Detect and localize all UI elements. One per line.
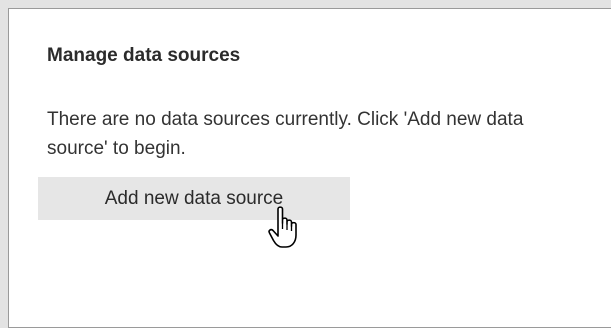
empty-state-message: There are no data sources currently. Cli…	[47, 109, 524, 159]
add-data-source-button[interactable]: Add new data source	[38, 177, 350, 220]
manage-data-sources-panel: Manage data sources There are no data so…	[8, 8, 611, 328]
hand-pointer-icon	[268, 206, 297, 248]
panel-title: Manage data sources	[47, 45, 241, 66]
